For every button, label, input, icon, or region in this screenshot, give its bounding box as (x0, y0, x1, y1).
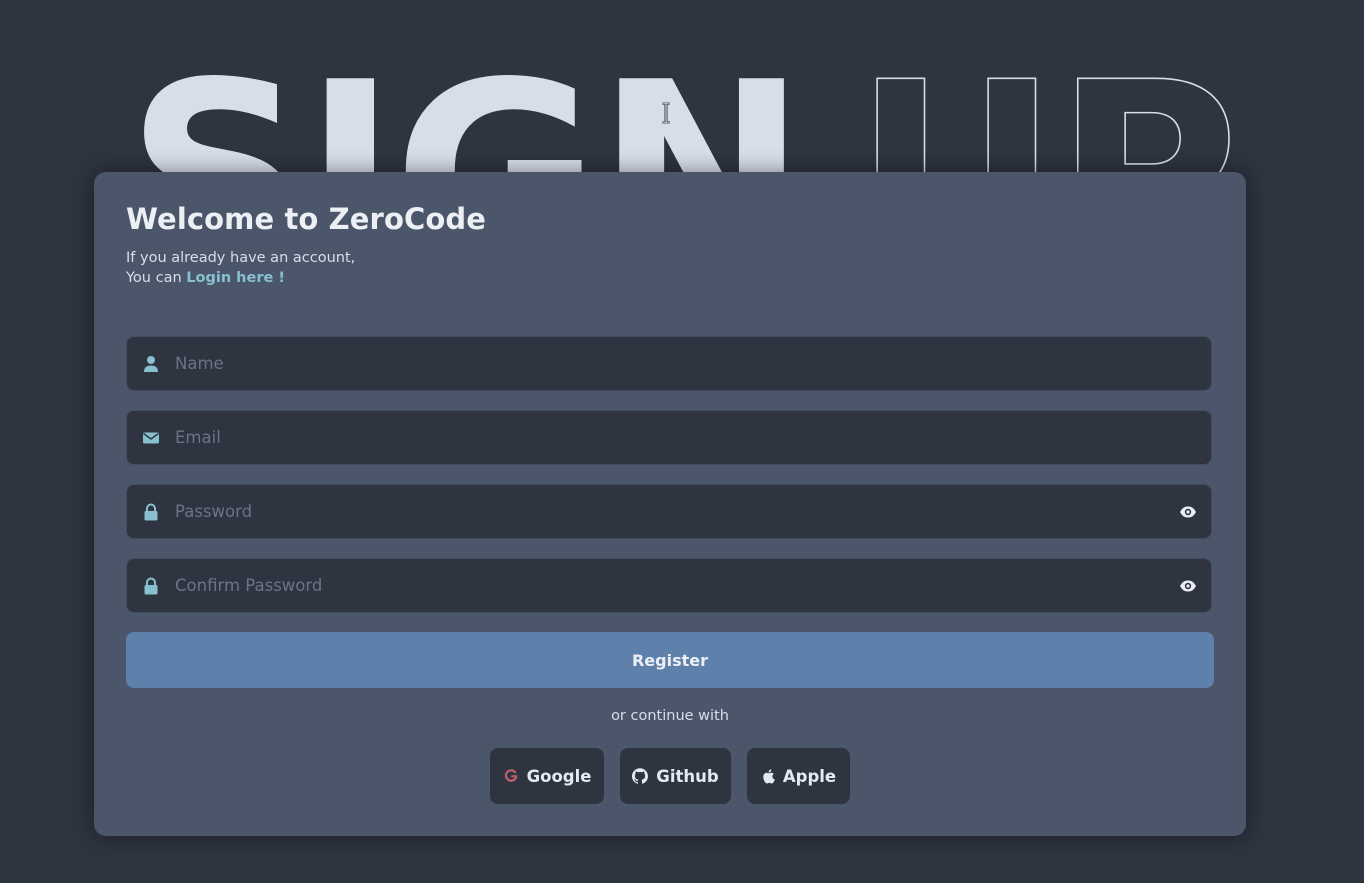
confirm-password-input[interactable] (175, 559, 1155, 612)
apple-button[interactable]: Apple (747, 748, 850, 804)
envelope-icon (143, 432, 159, 444)
lock-icon (144, 577, 158, 595)
github-icon (632, 768, 649, 784)
hero-heading-svg: SIGN UP (126, 28, 1240, 172)
hero-word-sign: SIGN (126, 29, 803, 172)
name-input[interactable] (175, 337, 1155, 390)
page-title: Welcome to ZeroCode (126, 202, 486, 236)
login-prompt-line2: You can Login here ! (126, 268, 355, 288)
signup-card: Welcome to ZeroCode If you already have … (94, 172, 1246, 836)
password-input[interactable] (175, 485, 1155, 538)
text-cursor-icon (662, 102, 670, 124)
login-prompt-line1: If you already have an account, (126, 250, 356, 266)
login-prompt-prefix: You can (126, 270, 187, 286)
apple-icon (763, 769, 775, 784)
user-icon (144, 356, 158, 372)
github-button-label: Github (656, 766, 719, 786)
hero-heading: SIGN UP (120, 0, 1240, 172)
google-button[interactable]: Google (490, 748, 604, 804)
login-prompt: If you already have an account, You can … (126, 248, 355, 288)
lock-icon (144, 503, 158, 521)
social-divider-text: or continue with (611, 708, 729, 724)
google-icon (504, 769, 517, 782)
password-field (126, 484, 1212, 539)
show-password-eye-icon[interactable] (1179, 504, 1197, 520)
name-field (126, 336, 1212, 391)
google-button-label: Google (526, 766, 592, 786)
email-input[interactable] (175, 411, 1155, 464)
login-link[interactable]: Login here ! (186, 270, 285, 286)
register-button[interactable]: Register (126, 632, 1214, 688)
hero-word-up: UP (854, 29, 1235, 172)
email-field (126, 410, 1212, 465)
show-confirm-password-eye-icon[interactable] (1179, 578, 1197, 594)
apple-button-label: Apple (782, 766, 837, 786)
github-button[interactable]: Github (620, 748, 731, 804)
confirm-password-field (126, 558, 1212, 613)
